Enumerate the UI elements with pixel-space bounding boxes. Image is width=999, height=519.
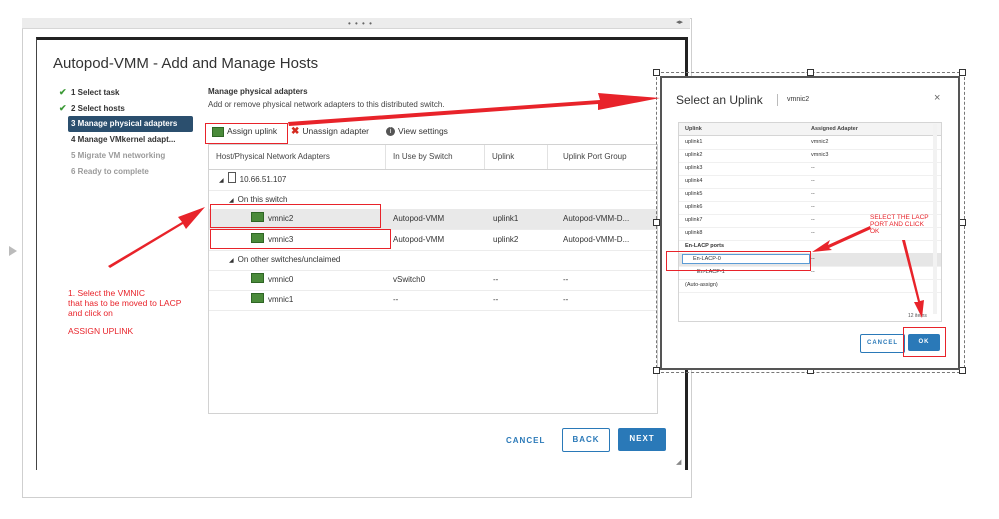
- arrow-to-ok: [902, 240, 924, 318]
- annotation-arrows: [108, 93, 924, 318]
- arrow-to-lacp: [812, 226, 871, 252]
- arrow-to-dialog: [288, 93, 660, 126]
- arrow-to-vmnic: [108, 207, 205, 268]
